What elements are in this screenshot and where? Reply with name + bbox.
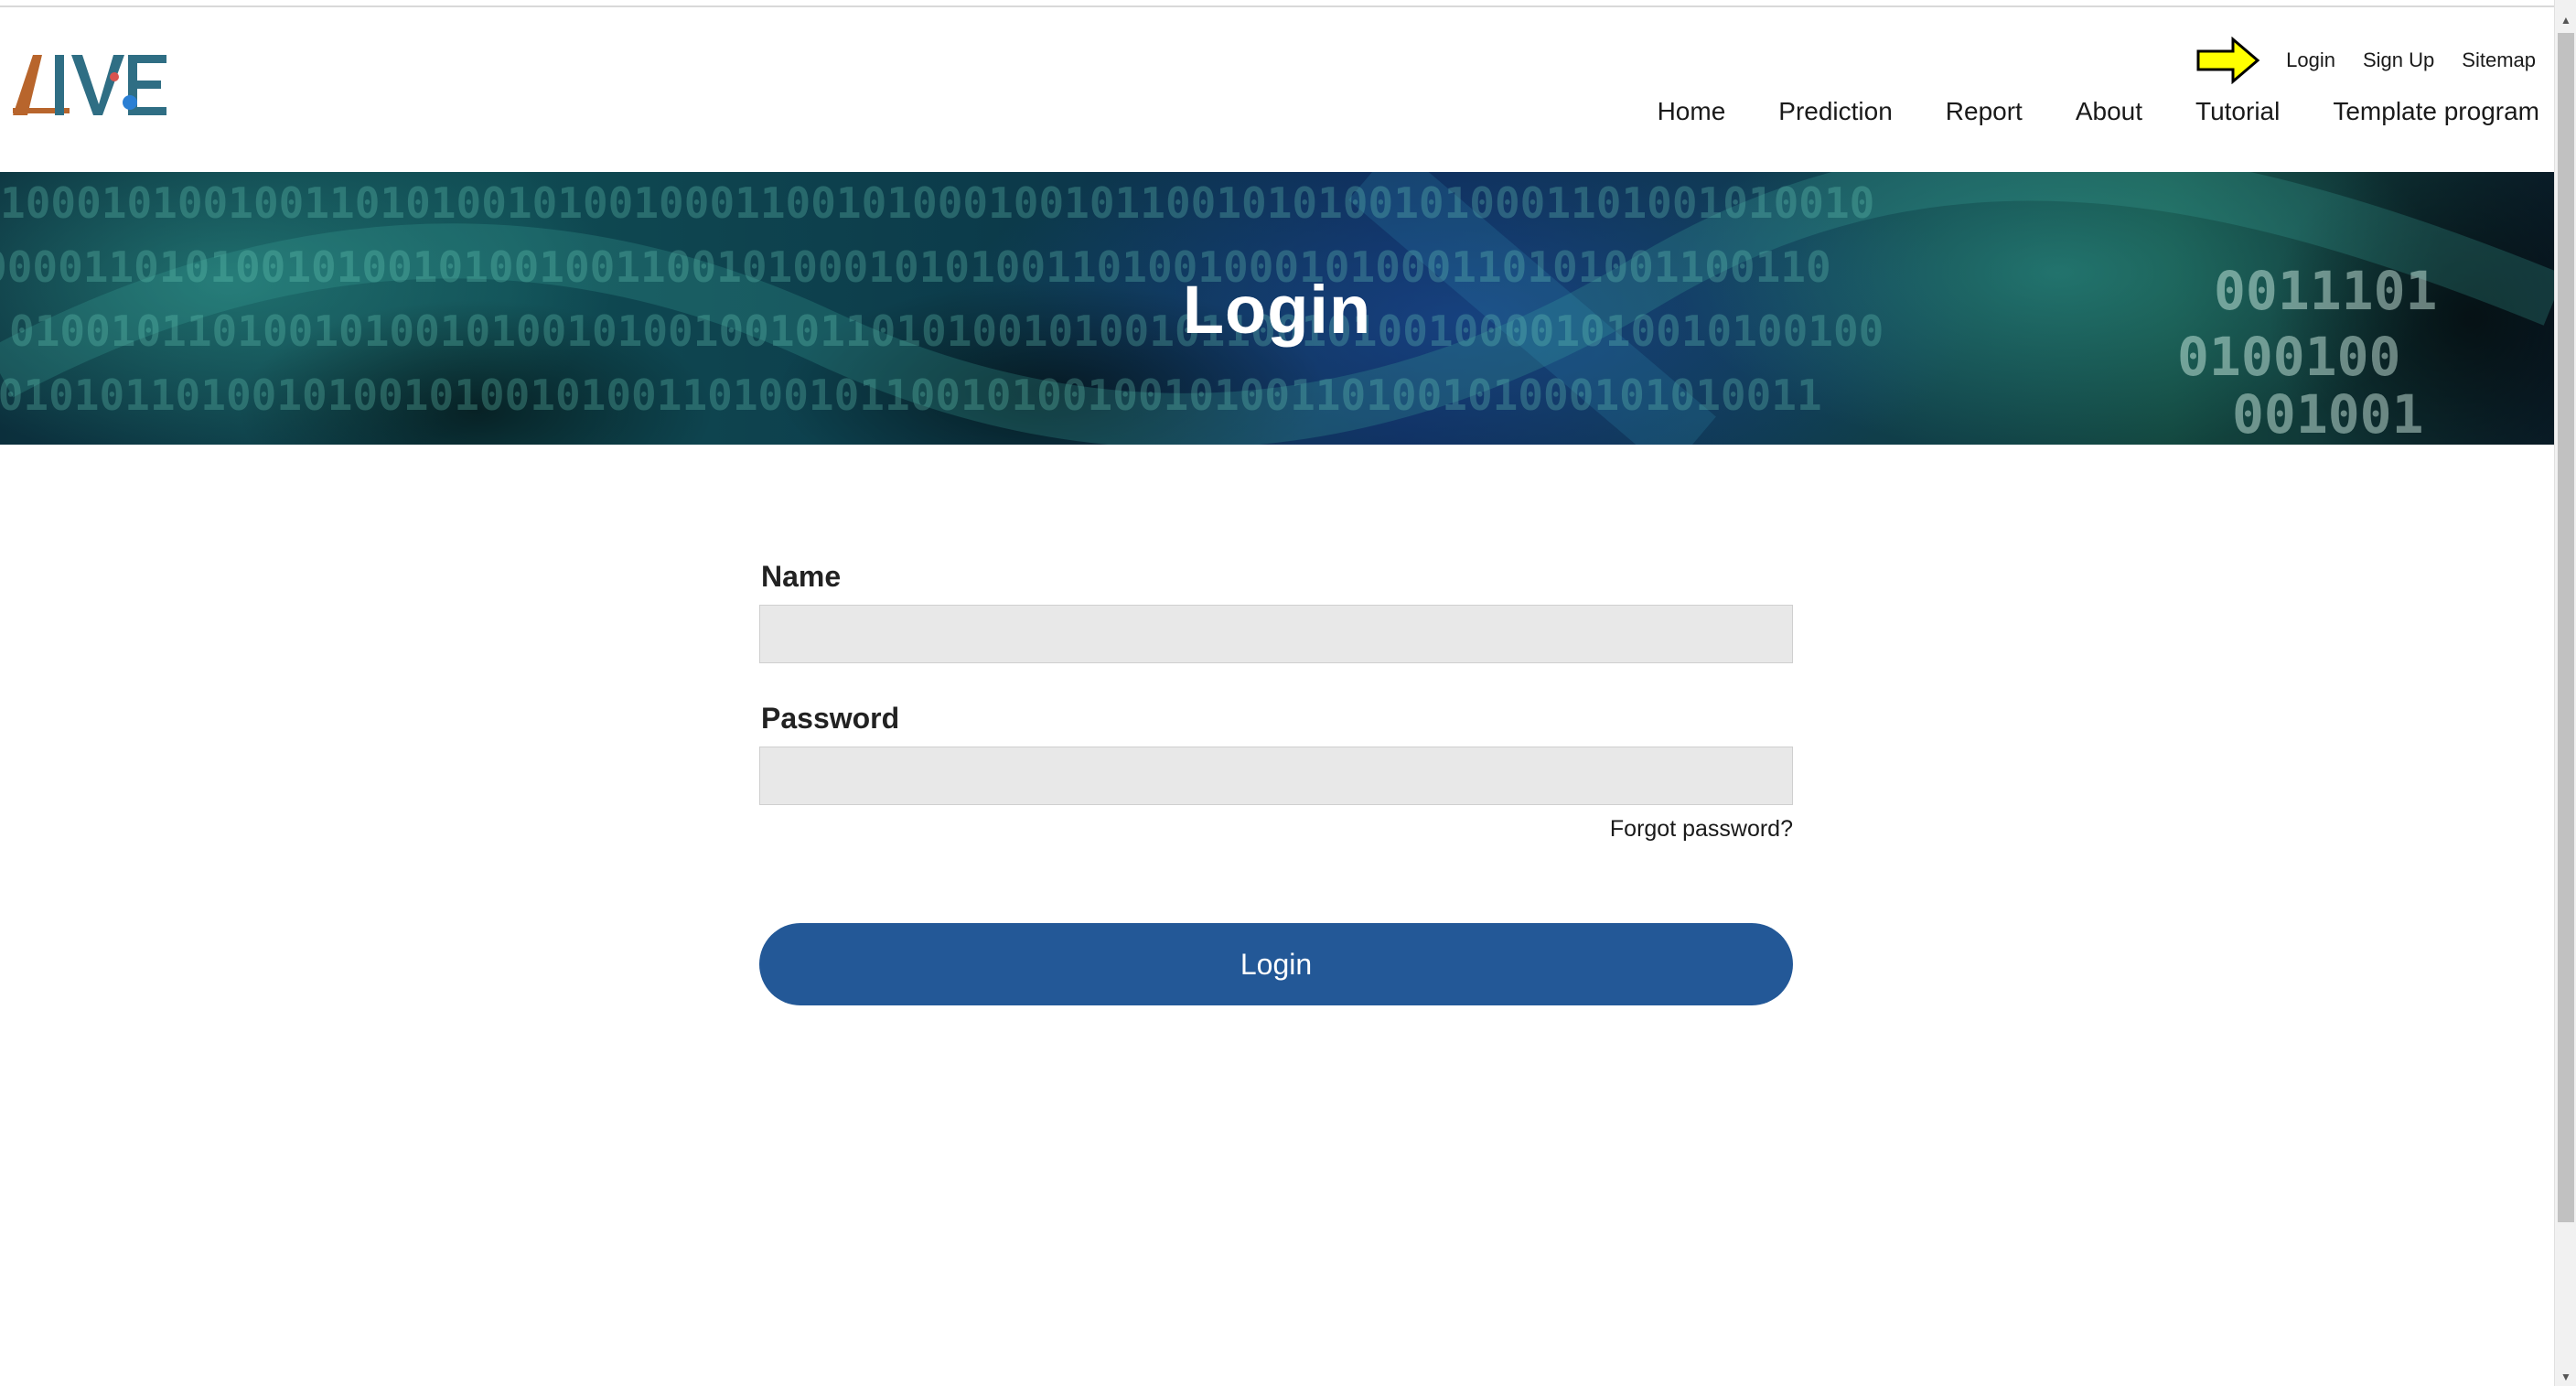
svg-text:101010110100101001010010100110: 1010101101001010010100101001101001011001… <box>0 371 1822 420</box>
nav-template-program[interactable]: Template program <box>2333 97 2539 126</box>
site-logo[interactable] <box>11 49 172 126</box>
password-label: Password <box>761 702 900 735</box>
nav-prediction[interactable]: Prediction <box>1778 97 1893 126</box>
login-link[interactable]: Login <box>2286 48 2335 72</box>
page-title: Login <box>1182 272 1372 348</box>
password-field-group: Password <box>759 702 1793 805</box>
name-label: Name <box>761 560 842 593</box>
login-submit-button[interactable]: Login <box>759 923 1793 1005</box>
forgot-password-row: Forgot password? <box>759 816 1793 843</box>
svg-text:100010100100110101001010010001: 1000101001001101010010100100011001010001… <box>0 178 1874 228</box>
name-field-group: Name <box>759 560 1793 663</box>
chevron-up-icon[interactable]: ▲ <box>2555 11 2576 29</box>
vertical-scrollbar[interactable]: ▲ ▼ <box>2554 0 2576 1386</box>
chevron-down-icon[interactable]: ▼ <box>2555 1368 2576 1386</box>
page-viewport: Login Sign Up Sitemap Home Prediction Re… <box>0 0 2554 1386</box>
nav-report[interactable]: Report <box>1946 97 2023 126</box>
scroll-thumb[interactable] <box>2558 33 2574 1222</box>
nav-about[interactable]: About <box>2076 97 2142 126</box>
password-input[interactable] <box>759 747 1793 805</box>
nav-home[interactable]: Home <box>1658 97 1726 126</box>
site-header: Login Sign Up Sitemap Home Prediction Re… <box>0 7 2554 172</box>
forgot-password-link[interactable]: Forgot password? <box>1610 816 1793 842</box>
main-nav: Home Prediction Report About Tutorial Te… <box>1658 97 2539 126</box>
hero-banner: 1000101001001101010010100100011001010001… <box>0 172 2554 445</box>
nav-tutorial[interactable]: Tutorial <box>2195 97 2280 126</box>
sitemap-link[interactable]: Sitemap <box>2462 48 2536 72</box>
utility-nav: Login Sign Up Sitemap <box>2196 37 2536 84</box>
signup-link[interactable]: Sign Up <box>2363 48 2434 72</box>
login-form: Name Password Forgot password? Login <box>759 560 1793 1005</box>
name-input[interactable] <box>759 605 1793 663</box>
svg-text:001001: 001001 <box>2232 383 2424 445</box>
right-arrow-icon <box>2196 37 2260 84</box>
